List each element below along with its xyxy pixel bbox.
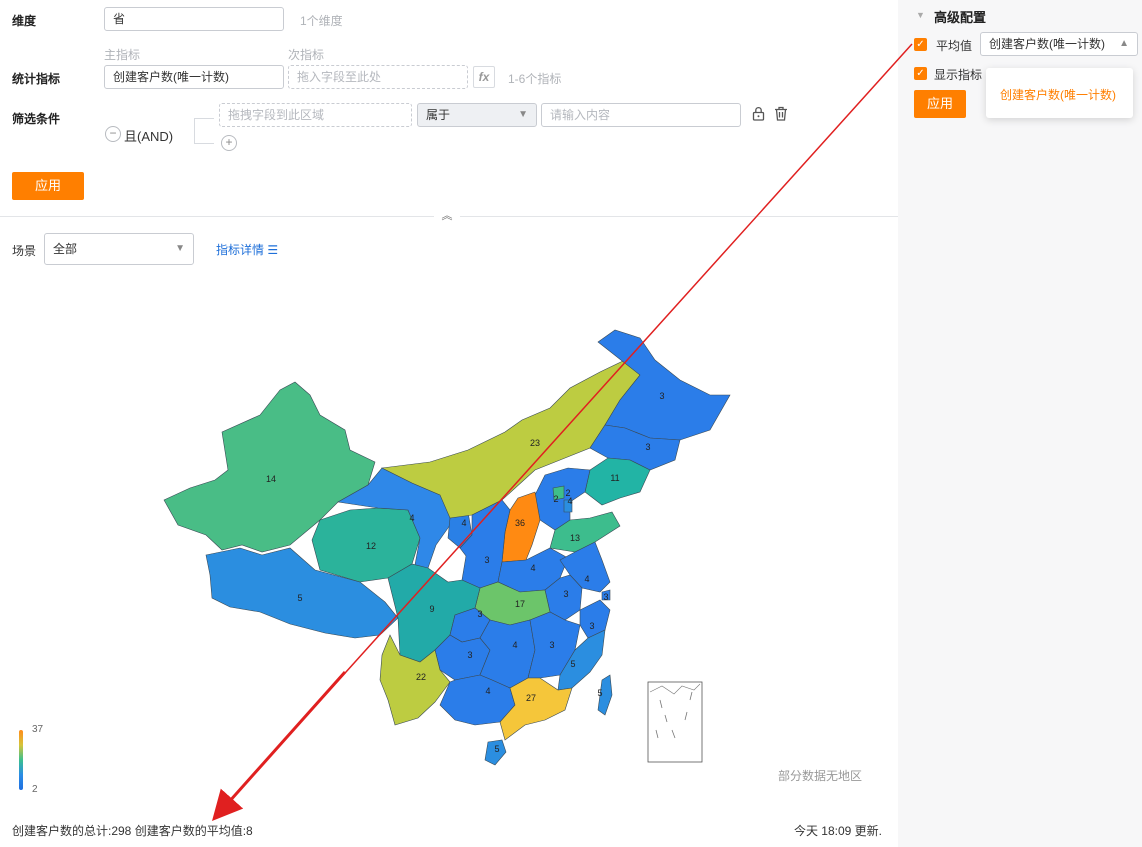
- avg-metric-select[interactable]: 创建客户数(唯一计数) ▲: [980, 32, 1138, 56]
- footer-updated: 今天 18:09 更新.: [793, 824, 882, 838]
- map-label-anhui: 3: [563, 589, 568, 599]
- dropdown-option[interactable]: 创建客户数(唯一计数): [1000, 86, 1116, 103]
- map-label-liaoning: 11: [610, 473, 619, 483]
- filter-field-dropzone[interactable]: 拖拽字段到此区域: [219, 103, 412, 127]
- map-label-tibet: 5: [297, 593, 302, 603]
- map-label-shanghai: 3: [603, 592, 608, 602]
- map-label-gansu: 4: [409, 513, 414, 523]
- main-metric-caption: 主指标: [104, 48, 141, 62]
- chevron-down-icon: ▼: [518, 109, 528, 120]
- chevron-down-icon: ▼: [175, 243, 185, 254]
- and-group-label: 且(AND): [124, 129, 174, 144]
- metric-detail-link[interactable]: 指标详情 ☰: [216, 241, 278, 258]
- scene-select-value: 全部: [53, 242, 78, 256]
- map-label-jilin: 3: [645, 442, 650, 452]
- show-metric-label: 显示指标: [934, 68, 983, 82]
- filter-label: 筛选条件: [12, 112, 61, 126]
- map-label-guangxi: 4: [485, 686, 490, 696]
- scene-label: 场景: [12, 244, 37, 258]
- map-label-shandong: 13: [570, 533, 580, 543]
- no-region-note: 部分数据无地区: [778, 769, 863, 783]
- avg-metric-dropdown: 创建客户数(唯一计数): [986, 68, 1133, 118]
- region-hunan: [479, 619, 536, 689]
- chevron-up-icon: ▲: [1119, 38, 1129, 49]
- footer-summary: 创建客户数的总计:298 创建客户数的平均值:8: [12, 824, 253, 838]
- avg-label: 平均值: [936, 39, 973, 53]
- map-label-yunnan: 22: [416, 672, 426, 682]
- map-label-henan: 4: [530, 563, 535, 573]
- map-label-tianjin: 4: [567, 496, 572, 506]
- lock-icon[interactable]: [750, 106, 766, 124]
- dimension-hint: 1个维度: [300, 14, 343, 28]
- china-map[interactable]: 145124 42333113622413439 31734334 35322427 5…: [150, 320, 750, 780]
- metric-hint: 1-6个指标: [508, 72, 562, 86]
- secondary-metric-dropzone[interactable]: 拖入字段至此处: [288, 65, 468, 89]
- map-label-taiwan: 5: [597, 688, 602, 698]
- map-label-neimenggu: 23: [530, 438, 540, 448]
- map-label-hunan: 4: [512, 640, 517, 650]
- legend-min: 2: [32, 784, 38, 795]
- map-label-hebei: 2: [553, 494, 558, 504]
- avg-metric-value: 创建客户数(唯一计数): [989, 37, 1105, 51]
- filter-operator-select[interactable]: 属于 ▼: [417, 103, 537, 127]
- map-label-hubei: 17: [515, 599, 525, 609]
- advanced-apply-button[interactable]: 应用: [914, 90, 966, 118]
- map-label-chongqing: 3: [477, 609, 482, 619]
- map-label-heilongjiang: 3: [659, 391, 664, 401]
- south-china-sea-inset: [647, 681, 703, 763]
- collapse-up-icon[interactable]: ︽: [434, 208, 460, 224]
- map-label-shaanxi: 3: [484, 555, 489, 565]
- caret-down-icon[interactable]: ▼: [916, 10, 925, 20]
- main-panel: 维度 省 1个维度 主指标 次指标 统计指标 创建客户数(唯一计数) 拖入字段至…: [0, 0, 898, 847]
- map-label-shanxi: 36: [515, 518, 525, 528]
- dimension-label: 维度: [12, 14, 37, 28]
- map-label-jiangxi: 3: [549, 640, 554, 650]
- color-legend-bar: [19, 730, 23, 790]
- map-label-hainan: 5: [494, 744, 499, 754]
- map-label-jiangsu: 4: [584, 574, 589, 584]
- list-icon: ☰: [267, 243, 279, 257]
- trash-icon[interactable]: [773, 106, 789, 124]
- secondary-metric-caption: 次指标: [288, 48, 325, 62]
- map-label-fujian: 5: [570, 659, 575, 669]
- legend-max: 37: [32, 724, 44, 735]
- filter-operator-value: 属于: [426, 108, 451, 122]
- map-label-guangdong: 27: [526, 693, 536, 703]
- apply-button[interactable]: 应用: [12, 172, 84, 200]
- map-label-sichuan: 9: [429, 604, 434, 614]
- map-label-xinjiang: 14: [266, 474, 276, 484]
- and-group-bracket: [194, 118, 214, 144]
- map-label-ningxia: 4: [461, 518, 466, 528]
- metric-label: 统计指标: [12, 72, 61, 86]
- map-label-qinghai: 12: [366, 541, 376, 551]
- show-metric-checkbox[interactable]: ✓: [914, 67, 927, 80]
- region-zhejiang: [579, 599, 611, 639]
- advanced-title: 高级配置: [934, 10, 987, 25]
- scene-select[interactable]: 全部 ▼: [44, 233, 194, 265]
- advanced-config-panel: ▼ 高级配置 ✓ 平均值 创建客户数(唯一计数) ▲ ✓ 显示指标 应用: [898, 0, 1142, 847]
- metric-detail-label: 指标详情: [216, 243, 265, 257]
- filter-value-input[interactable]: 请输入内容: [541, 103, 741, 127]
- map-label-zhejiang: 3: [589, 621, 594, 631]
- dimension-input[interactable]: 省: [104, 7, 284, 31]
- fx-formula-button[interactable]: fx: [473, 66, 495, 88]
- main-metric-input[interactable]: 创建客户数(唯一计数): [104, 65, 284, 89]
- map-label-guizhou: 3: [467, 650, 472, 660]
- add-condition-icon[interactable]: +: [221, 135, 237, 151]
- avg-checkbox[interactable]: ✓: [914, 38, 927, 51]
- collapse-and-group-icon[interactable]: −: [105, 126, 121, 142]
